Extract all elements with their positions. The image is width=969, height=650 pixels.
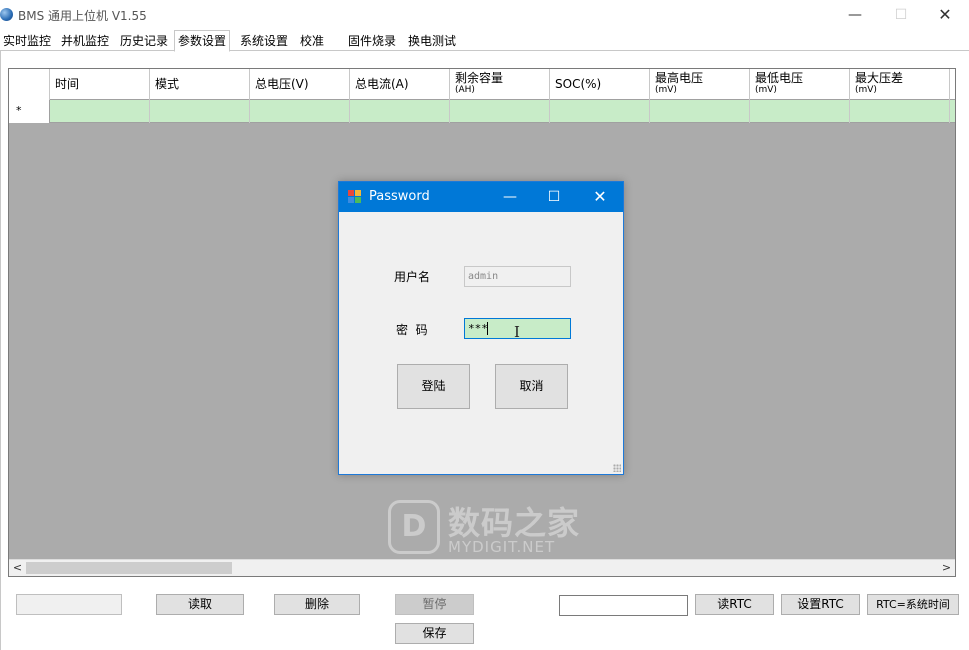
column-header-unit: (mV) xyxy=(755,85,777,95)
column-header-label: 总电压(V) xyxy=(255,77,309,91)
watermark-logo-icon: D xyxy=(388,500,440,554)
tab-history[interactable]: 历史记录 xyxy=(117,32,171,51)
pause-button[interactable]: 暂停 xyxy=(395,594,474,615)
password-masked-value: *** xyxy=(468,322,488,335)
row-header-new-marker[interactable]: * xyxy=(9,100,50,123)
column-header-label: 时间 xyxy=(55,77,80,91)
scrollbar-thumb[interactable] xyxy=(26,562,232,574)
scroll-right-arrow-icon[interactable]: > xyxy=(938,560,955,576)
tab-strip: 实时监控 并机监控 历史记录 参数设置 系统设置 校准 固件烧录 换电测试 xyxy=(0,30,969,52)
set-rtc-button[interactable]: 设置RTC xyxy=(781,594,860,615)
table-row-new[interactable]: * xyxy=(9,100,955,123)
table-cell[interactable] xyxy=(450,100,550,123)
column-header-remaining-capacity[interactable]: 剩余容量 (AH) xyxy=(450,69,550,100)
column-header-label: 最大压差 xyxy=(855,71,904,85)
scroll-left-arrow-icon[interactable]: < xyxy=(9,560,26,576)
table-cell[interactable] xyxy=(350,100,450,123)
column-header-unit: (mV) xyxy=(855,85,877,95)
table-cell[interactable] xyxy=(250,100,350,123)
column-header-label: 最低电压 xyxy=(755,71,804,85)
column-header-time[interactable]: 时间 xyxy=(50,69,150,100)
table-cell[interactable] xyxy=(850,100,950,123)
status-field xyxy=(16,594,122,615)
column-header-label: 总电流(A) xyxy=(355,77,409,91)
grid-corner[interactable] xyxy=(9,69,50,100)
column-header-label: 剩余容量 xyxy=(455,71,504,85)
column-header-total-current[interactable]: 总电流(A) xyxy=(350,69,450,100)
close-button[interactable]: ✕ xyxy=(930,4,960,26)
rtc-sync-system-time-button[interactable]: RTC=系统时间 xyxy=(867,594,959,615)
watermark: D 数码之家 MYDIGIT.NET xyxy=(388,498,588,558)
column-header-partial[interactable] xyxy=(950,69,955,100)
save-button[interactable]: 保存 xyxy=(395,623,474,644)
password-dialog: Password — ☐ ✕ 用户名 admin 密 码 *** 登陆 取消 xyxy=(338,181,624,475)
column-header-mode[interactable]: 模式 xyxy=(150,69,250,100)
tab-system-settings[interactable]: 系统设置 xyxy=(237,32,291,51)
ibeam-cursor-icon: I xyxy=(514,323,520,341)
title-bar: BMS 通用上位机 V1.55 — ☐ ✕ xyxy=(0,0,969,30)
horizontal-scrollbar[interactable]: < > xyxy=(9,559,955,576)
cancel-button[interactable]: 取消 xyxy=(495,364,568,409)
column-header-unit: (mV) xyxy=(655,85,677,95)
app-globe-icon xyxy=(0,8,13,21)
read-button[interactable]: 读取 xyxy=(156,594,244,615)
column-header-min-voltage[interactable]: 最低电压 (mV) xyxy=(750,69,850,100)
tab-swap-test[interactable]: 换电测试 xyxy=(405,32,459,51)
column-header-total-voltage[interactable]: 总电压(V) xyxy=(250,69,350,100)
tab-parameter-settings[interactable]: 参数设置 xyxy=(174,30,231,52)
column-header-label: SOC(%) xyxy=(555,77,602,91)
minimize-button[interactable]: — xyxy=(840,4,870,26)
dialog-title-bar[interactable]: Password — ☐ ✕ xyxy=(339,182,623,212)
username-field[interactable]: admin xyxy=(464,266,571,287)
table-cell[interactable] xyxy=(50,100,150,123)
tab-firmware-flash[interactable]: 固件烧录 xyxy=(345,32,399,51)
column-header-unit: (AH) xyxy=(455,85,475,95)
table-cell[interactable] xyxy=(550,100,650,123)
tab-calibration[interactable]: 校准 xyxy=(297,32,327,51)
column-header-label: 最高电压 xyxy=(655,71,704,85)
column-header-label: 模式 xyxy=(155,77,180,91)
read-rtc-button[interactable]: 读RTC xyxy=(695,594,774,615)
dialog-app-icon xyxy=(348,190,362,204)
dialog-minimize-button[interactable]: — xyxy=(498,186,522,208)
resize-grip-icon[interactable] xyxy=(613,464,621,472)
grid-header: 时间 模式 总电压(V) 总电流(A) 剩余容量 (AH) SOC(%) 最高电… xyxy=(9,69,955,100)
table-cell[interactable] xyxy=(650,100,750,123)
username-label: 用户名 xyxy=(394,270,431,284)
dialog-maximize-button[interactable]: ☐ xyxy=(542,186,566,208)
column-header-max-voltage-diff[interactable]: 最大压差 (mV) xyxy=(850,69,950,100)
dialog-close-button[interactable]: ✕ xyxy=(588,186,612,208)
maximize-button[interactable]: ☐ xyxy=(886,4,916,26)
column-header-soc[interactable]: SOC(%) xyxy=(550,69,650,100)
watermark-text-en: MYDIGIT.NET xyxy=(448,538,556,556)
window-title: BMS 通用上位机 V1.55 xyxy=(18,9,147,23)
table-cell[interactable] xyxy=(150,100,250,123)
text-caret xyxy=(487,322,488,335)
dialog-title: Password xyxy=(369,189,430,204)
password-label: 密 码 xyxy=(396,323,428,337)
column-header-max-voltage[interactable]: 最高电压 (mV) xyxy=(650,69,750,100)
delete-button[interactable]: 删除 xyxy=(274,594,360,615)
table-cell[interactable] xyxy=(750,100,850,123)
rtc-time-field[interactable] xyxy=(559,595,688,616)
tab-parallel-monitor[interactable]: 并机监控 xyxy=(58,32,112,51)
tab-realtime-monitor[interactable]: 实时监控 xyxy=(0,32,54,51)
login-button[interactable]: 登陆 xyxy=(397,364,470,409)
